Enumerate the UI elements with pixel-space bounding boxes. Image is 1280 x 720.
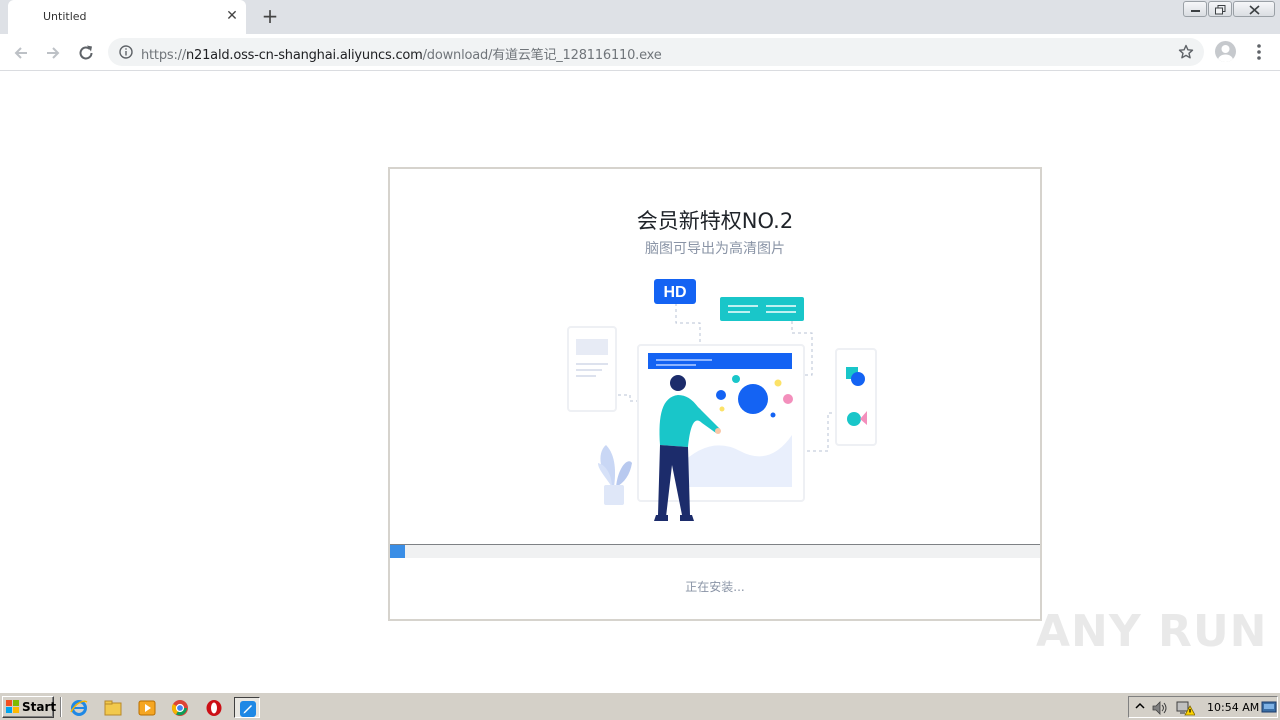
restore-button[interactable] <box>1208 1 1232 17</box>
internet-explorer-icon <box>70 700 88 716</box>
back-arrow-icon <box>14 47 27 59</box>
star-icon[interactable] <box>1178 44 1194 60</box>
window-close-button[interactable] <box>1233 1 1275 17</box>
minimize-button[interactable] <box>1183 1 1207 17</box>
installer-title: 会员新特权NO.2 <box>636 209 794 233</box>
network-warning-icon[interactable] <box>1175 700 1195 716</box>
installer-app-icon <box>240 701 256 717</box>
address-bar[interactable]: https://n21ald.oss-cn-shanghai.aliyuncs.… <box>108 38 1204 66</box>
start-label: Start <box>22 700 57 714</box>
minimize-icon <box>1191 10 1200 12</box>
taskbar: Start 10:54 AM <box>0 692 1280 720</box>
plant-decoration <box>598 445 632 505</box>
volume-icon[interactable] <box>1151 700 1169 716</box>
install-progress-fill <box>390 545 405 558</box>
hd-badge-label: HD <box>663 284 686 301</box>
reload-icon <box>79 45 93 60</box>
taskbar-separator <box>60 697 62 717</box>
back-button[interactable] <box>10 42 32 64</box>
url-host: n21ald.oss-cn-shanghai.aliyuncs.com <box>186 48 423 63</box>
start-button[interactable]: Start <box>2 696 57 718</box>
tab-close-button[interactable]: ✕ <box>224 8 240 24</box>
show-desktop-icon[interactable] <box>1261 700 1277 714</box>
forward-button[interactable] <box>42 42 64 64</box>
show-hidden-icons-icon[interactable] <box>1135 700 1145 714</box>
menu-icon[interactable] <box>1254 42 1264 62</box>
mindmap-export-illustration: HD <box>567 279 877 521</box>
anyrun-watermark: ANY RUN <box>1036 606 1268 657</box>
internet-explorer-button[interactable] <box>66 697 92 718</box>
tab-title: Untitled <box>43 10 87 23</box>
url-text: https://n21ald.oss-cn-shanghai.aliyuncs.… <box>141 44 662 63</box>
chrome-button[interactable] <box>167 697 193 718</box>
media-player-button[interactable] <box>134 697 160 718</box>
clock[interactable]: 10:54 AM <box>1207 701 1259 714</box>
install-progress-bar <box>390 544 1040 558</box>
info-icon[interactable] <box>119 45 133 59</box>
chrome-icon <box>171 700 188 716</box>
reload-button[interactable] <box>75 42 97 64</box>
installer-subtitle: 脑图可导出为高清图片 <box>645 241 785 257</box>
profile-icon[interactable] <box>1215 41 1236 62</box>
system-tray: 10:54 AM <box>1128 696 1278 718</box>
url-path: /download/有道云笔记_128116110.exe <box>422 48 662 63</box>
url-scheme: https:// <box>141 48 186 63</box>
opera-icon <box>206 700 222 716</box>
hd-badge: HD <box>654 279 696 304</box>
browser-toolbar: https://n21ald.oss-cn-shanghai.aliyuncs.… <box>0 34 1280 71</box>
folder-icon <box>104 700 122 716</box>
install-status-text: 正在安装... <box>685 580 745 594</box>
media-player-icon <box>138 700 156 716</box>
windows-logo-icon <box>6 700 19 713</box>
window-close-icon <box>1249 5 1260 15</box>
browser-tab[interactable]: Untitled ✕ <box>8 0 246 34</box>
opera-button[interactable] <box>201 697 227 718</box>
explorer-button[interactable] <box>100 697 126 718</box>
restore-icon <box>1215 5 1226 15</box>
installer-window: 会员新特权NO.2 脑图可导出为高清图片 HD 正在安装... <box>388 167 1042 621</box>
forward-arrow-icon <box>47 47 60 59</box>
tab-strip: Untitled ✕ + <box>0 0 1280 34</box>
screen: Untitled ✕ + https://n21ald.oss-cn-shang… <box>0 0 1280 720</box>
installer-app-button[interactable] <box>234 697 260 718</box>
new-tab-button[interactable]: + <box>258 6 282 28</box>
